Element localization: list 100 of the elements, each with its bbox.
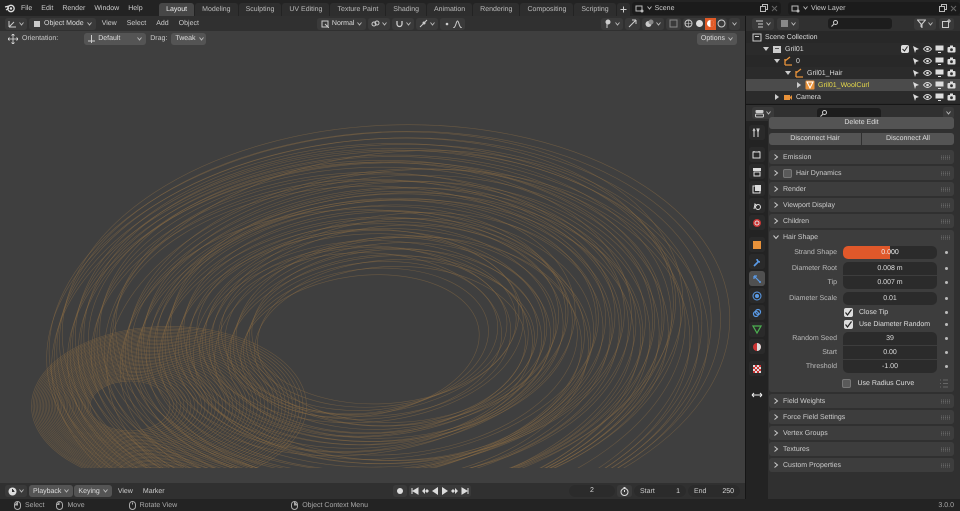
next-keyframe-icon[interactable] (450, 487, 459, 495)
properties-tab[interactable] (749, 339, 765, 354)
properties-tab[interactable] (749, 305, 765, 320)
record-button[interactable] (392, 485, 407, 497)
resize-arrow-icon[interactable] (751, 392, 763, 398)
camera-icon[interactable] (947, 69, 956, 77)
disclosure-triangle-icon[interactable] (774, 94, 780, 100)
properties-tab[interactable] (749, 322, 765, 337)
copy-icon[interactable] (760, 4, 768, 12)
filter-view-button[interactable] (777, 18, 799, 30)
eye-icon[interactable] (923, 69, 932, 77)
properties-tab[interactable] (749, 215, 765, 230)
move-tool-icon[interactable] (8, 34, 18, 44)
checkbox[interactable] (844, 308, 853, 317)
close-icon[interactable] (950, 4, 957, 12)
search-field[interactable] (828, 18, 892, 29)
visibility-button[interactable] (601, 18, 623, 30)
properties-tab[interactable] (749, 181, 765, 196)
blender-logo-icon[interactable] (4, 2, 16, 14)
checkbox[interactable] (844, 320, 853, 329)
properties-tab[interactable] (749, 254, 765, 269)
drag-grip-icon[interactable] (941, 170, 950, 176)
properties-tab[interactable] (749, 164, 765, 179)
gizmo-icon (628, 19, 637, 28)
previous-keyframe-icon[interactable] (420, 487, 429, 495)
camera-icon[interactable] (947, 93, 956, 101)
drag-grip-icon[interactable] (941, 398, 950, 404)
drag-grip-icon[interactable] (941, 414, 950, 420)
properties-tab[interactable] (749, 361, 765, 376)
keyframe-dot[interactable] (945, 267, 948, 270)
checkbox[interactable] (783, 168, 792, 178)
drag-grip-icon[interactable] (941, 462, 950, 468)
shading-mode-button[interactable] (705, 18, 716, 30)
gizmo-button[interactable] (625, 18, 640, 30)
properties-editor-icon (755, 108, 764, 118)
xray-button[interactable] (666, 18, 681, 30)
eye-icon[interactable] (923, 57, 932, 65)
drag-grip-icon[interactable] (941, 154, 950, 160)
eye-icon[interactable] (923, 93, 932, 101)
new-collection-button[interactable] (939, 18, 954, 30)
properties-tab[interactable] (749, 147, 765, 162)
shading-mode-button[interactable] (694, 18, 705, 30)
checkbox[interactable] (901, 45, 909, 53)
disclosure-triangle-icon[interactable] (796, 82, 802, 88)
camera-icon[interactable] (947, 45, 956, 53)
jump-start-icon[interactable] (410, 487, 419, 495)
camera-icon[interactable] (947, 57, 956, 65)
eye-icon[interactable] (923, 45, 932, 53)
pivot-button[interactable] (368, 18, 390, 30)
filter-button[interactable] (914, 18, 936, 30)
keyframe-dot[interactable] (945, 351, 948, 354)
keyframe-dot[interactable] (945, 365, 948, 368)
snap-button[interactable] (416, 18, 438, 30)
drag-grip-icon[interactable] (941, 202, 950, 208)
keyframe-dot[interactable] (945, 297, 948, 300)
properties-tab[interactable] (749, 125, 765, 140)
monitor-icon[interactable] (935, 69, 944, 77)
drag-grip-icon[interactable] (941, 234, 950, 240)
drag-grip-icon[interactable] (941, 218, 950, 224)
monitor-icon[interactable] (935, 45, 944, 53)
monitor-icon[interactable] (935, 81, 944, 89)
disclosure-triangle-icon[interactable] (785, 70, 791, 76)
properties-tab[interactable] (749, 237, 765, 252)
add-workspace-button[interactable] (616, 3, 630, 16)
properties-tab[interactable] (749, 198, 765, 213)
play-icon[interactable] (440, 487, 449, 495)
shading-mode-button[interactable] (683, 18, 694, 30)
play-reverse-icon[interactable] (430, 487, 439, 495)
triangle-icon (752, 324, 762, 334)
camera-icon[interactable] (947, 81, 956, 89)
copy-icon[interactable] (939, 4, 947, 12)
keyframe-dot[interactable] (945, 281, 948, 284)
drag-grip-icon[interactable] (941, 446, 950, 452)
editor-type-button[interactable] (752, 107, 774, 119)
shading-options-button[interactable] (729, 18, 740, 30)
keyframe-dot[interactable] (945, 337, 948, 340)
drag-grip-icon[interactable] (941, 430, 950, 436)
properties-tab[interactable] (749, 288, 765, 303)
drag-grip-icon[interactable] (941, 186, 950, 192)
close-icon[interactable] (770, 4, 778, 12)
editor-type-button[interactable] (5, 485, 27, 497)
proportional-edit-button[interactable] (440, 18, 466, 30)
monitor-icon[interactable] (935, 93, 944, 101)
disclosure-triangle-icon[interactable] (774, 58, 780, 64)
eye-icon[interactable] (923, 81, 932, 89)
properties-tab[interactable] (749, 271, 765, 286)
keyframe-dot[interactable] (945, 323, 948, 326)
checkbox[interactable] (842, 379, 852, 388)
keyframe-dot[interactable] (945, 311, 948, 314)
jump-end-icon[interactable] (460, 487, 469, 495)
search-field[interactable] (817, 108, 881, 118)
auto-keying-button[interactable] (617, 485, 632, 497)
display-mode-button[interactable] (752, 18, 774, 30)
monitor-icon[interactable] (935, 57, 944, 65)
overlay-button[interactable] (642, 18, 664, 30)
shading-mode-button[interactable] (716, 18, 727, 30)
editor-type-button[interactable] (5, 18, 27, 30)
keyframe-dot[interactable] (945, 251, 948, 254)
magnet-button[interactable] (392, 18, 414, 30)
disclosure-triangle-icon[interactable] (763, 46, 769, 52)
